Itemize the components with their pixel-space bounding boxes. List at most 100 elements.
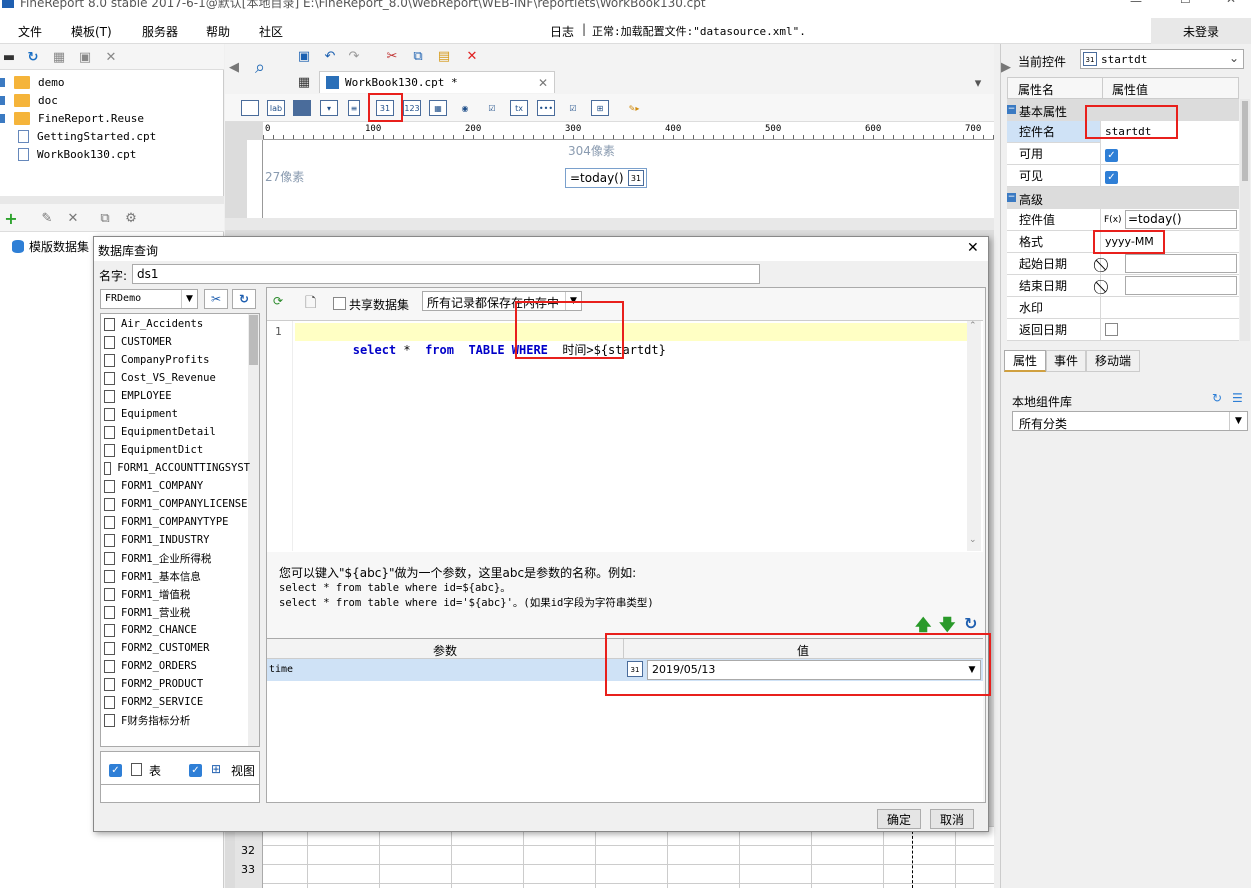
save-all-icon[interactable]: ▣	[76, 48, 94, 66]
scroll-up-icon[interactable]: ⌃	[969, 321, 977, 331]
table-item[interactable]: FORM2_SERVICE	[104, 693, 203, 711]
minimize-icon[interactable]: —	[1130, 0, 1142, 8]
table-item[interactable]: FORM1_COMPANY	[104, 477, 203, 495]
canvas-splitter[interactable]	[225, 218, 994, 230]
tab-workbook[interactable]: WorkBook130.cpt * ✕	[319, 71, 555, 93]
cancel-button[interactable]: 取消	[930, 809, 974, 829]
section-basic[interactable]: − 基本属性	[1007, 99, 1239, 121]
table-item[interactable]: FORM1_营业税	[104, 603, 190, 621]
menu-template[interactable]: 模板(T)	[71, 23, 112, 40]
table-item[interactable]: CUSTOMER	[104, 333, 172, 351]
table-item[interactable]: FORM1_COMPANYTYPE	[104, 513, 228, 531]
radio-widget-icon[interactable]: ◉	[456, 100, 474, 116]
splitter[interactable]	[0, 196, 224, 204]
delete-widget-icon[interactable]: ✕	[463, 47, 481, 65]
add-dataset-icon[interactable]: +	[2, 209, 20, 228]
table-item[interactable]: FORM2_CUSTOMER	[104, 639, 210, 657]
move-down-icon[interactable]: 🡇	[939, 614, 955, 641]
table-item[interactable]: Cost_VS_Revenue	[104, 369, 216, 387]
menu-file[interactable]: 文件	[18, 23, 42, 40]
table-widget-icon[interactable]: ▦	[429, 100, 447, 116]
prop-name-row[interactable]: 控件名 startdt	[1007, 121, 1239, 143]
menu-community[interactable]: 社区	[259, 23, 283, 40]
share-checkbox[interactable]	[333, 297, 346, 310]
tree-item-reuse[interactable]: FineReport.Reuse	[0, 109, 144, 127]
category-select[interactable]: 所有分类 ▼	[1012, 411, 1248, 431]
sql-scrollbar[interactable]: ⌃ ⌄	[967, 321, 981, 551]
remove-icon[interactable]: ✕	[64, 209, 82, 227]
move-up-icon[interactable]: 🡅	[915, 614, 931, 641]
dataset-root[interactable]: 模版数据集	[12, 238, 89, 255]
connect-icon[interactable]: ⚙	[122, 209, 140, 227]
paste-icon[interactable]: ▤	[435, 47, 453, 65]
connection-config-button[interactable]: ✂	[204, 289, 228, 309]
login-button[interactable]: 未登录	[1151, 18, 1251, 44]
tab-mobile[interactable]: 移动端	[1086, 350, 1140, 372]
refresh-params-icon[interactable]: ↻	[964, 614, 977, 633]
tree-combo-icon[interactable]: ⊞	[591, 100, 609, 116]
table-item[interactable]: FORM2_CHANCE	[104, 621, 197, 639]
name-input[interactable]: ds1	[132, 264, 760, 284]
table-item[interactable]: FORM1_基本信息	[104, 567, 201, 585]
cut-icon[interactable]: ✂	[383, 47, 401, 65]
table-item[interactable]: F财务指标分析	[104, 711, 190, 729]
tree-item-demo[interactable]: demo	[0, 73, 65, 91]
table-item[interactable]: EquipmentDetail	[104, 423, 216, 441]
end-date-field[interactable]	[1125, 276, 1237, 295]
tree-item-workbook130[interactable]: WorkBook130.cpt	[0, 145, 136, 163]
form-grid-icon[interactable]: ▦	[295, 73, 313, 91]
table-item[interactable]: FORM1_增值税	[104, 585, 190, 603]
new-page-icon[interactable]: 🗋	[305, 292, 316, 316]
widget-value-field[interactable]: =today()	[1125, 210, 1237, 229]
formula-icon[interactable]: F(x)	[1104, 209, 1122, 231]
table-list-scrollbar[interactable]	[248, 314, 259, 746]
open-folder-icon[interactable]: ▬	[0, 48, 18, 66]
table-search-input[interactable]	[101, 784, 259, 802]
expand-icon[interactable]	[0, 95, 5, 105]
more-widgets-icon[interactable]: ✎▸	[625, 100, 643, 116]
ok-button[interactable]: 确定	[877, 809, 921, 829]
watermark-field[interactable]	[1101, 297, 1239, 319]
current-widget-select[interactable]: 31 startdt ⌄	[1080, 49, 1244, 69]
table-item[interactable]: FORM1_COMPANYLICENSE	[104, 495, 247, 513]
grid-icon[interactable]: ▦	[50, 48, 68, 66]
section-advanced[interactable]: − 高级	[1007, 187, 1239, 209]
dropdown-menu-icon[interactable]: ▾	[969, 74, 987, 92]
table-item[interactable]: FORM1_ACCOUNTTINGSYST	[104, 459, 250, 477]
date-widget[interactable]: =today() 31	[565, 168, 647, 188]
view-checkbox[interactable]: ✓	[189, 764, 202, 777]
format-field[interactable]: yyyy-MM	[1101, 231, 1239, 253]
connection-select[interactable]: FRDemo ▼	[100, 289, 198, 309]
table-item[interactable]: EMPLOYEE	[104, 387, 172, 405]
expand-icon[interactable]	[0, 113, 5, 123]
table-item[interactable]: FORM2_ORDERS	[104, 657, 197, 675]
scroll-down-icon[interactable]: ⌄	[969, 535, 977, 545]
preview-data-icon[interactable]: ⟳	[273, 294, 283, 308]
log-link[interactable]: 日志	[550, 23, 574, 40]
table-checkbox[interactable]: ✓	[109, 764, 122, 777]
checkbox-group-icon[interactable]: ☑	[483, 100, 501, 116]
collapse-right-icon[interactable]: ▶	[997, 58, 1015, 76]
preview-icon[interactable]: ⧉	[96, 209, 114, 227]
tree-item-doc[interactable]: doc	[0, 91, 58, 109]
delete-icon[interactable]: ✕	[102, 48, 120, 66]
password-widget-icon[interactable]: •••	[537, 100, 555, 116]
props-scrollbar[interactable]	[1240, 99, 1250, 341]
save-icon[interactable]: ▣	[295, 47, 313, 65]
list-view-icon[interactable]: ☰	[1232, 391, 1243, 405]
collapse-left-icon[interactable]: ◀	[225, 58, 243, 76]
menu-server[interactable]: 服务器	[142, 23, 178, 40]
maximize-icon[interactable]: ☐	[1180, 0, 1191, 6]
table-item[interactable]: CompanyProfits	[104, 351, 210, 369]
tree-item-gettingstarted[interactable]: GettingStarted.cpt	[0, 127, 156, 145]
enabled-checkbox[interactable]: ✓	[1105, 149, 1118, 162]
menu-help[interactable]: 帮助	[206, 23, 230, 40]
table-item[interactable]: Air_Accidents	[104, 315, 203, 333]
button-widget-icon[interactable]	[293, 100, 311, 116]
refresh-tables-button[interactable]: ↻	[232, 289, 256, 309]
table-item[interactable]: Equipment	[104, 405, 178, 423]
tree-widget-icon[interactable]: tx	[510, 100, 528, 116]
date-widget-icon[interactable]: 31	[376, 100, 394, 116]
cache-mode-select[interactable]: 所有记录都保存在内存中 ▼	[422, 291, 582, 311]
edit-icon[interactable]: ✎	[38, 209, 56, 227]
